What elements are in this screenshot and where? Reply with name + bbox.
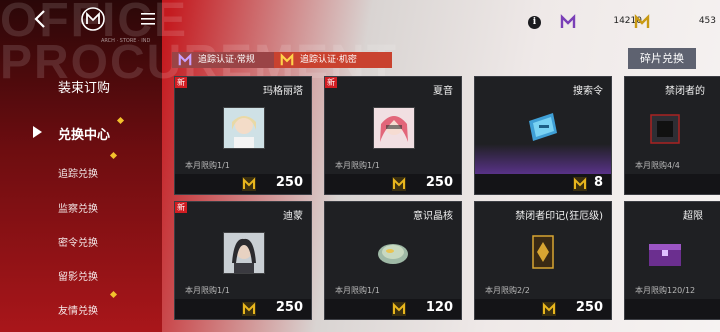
currency-gold[interactable]: 453: [628, 11, 720, 33]
purple-m-coin-icon: [178, 53, 192, 66]
back-arrow-icon: [34, 10, 45, 28]
item-name: 禁闭者印记(狂厄级): [515, 211, 603, 222]
nav-friendship-exchange[interactable]: 友情兑换: [0, 290, 162, 317]
item-price: 250: [275, 175, 303, 190]
price-bar: 250: [325, 174, 461, 194]
item-name: 玛格丽塔: [263, 86, 303, 97]
tab-auth-regular-label: 追踪认证·常规: [198, 55, 255, 65]
gold-m-coin-icon: [634, 14, 650, 28]
price-bar: 250: [175, 174, 311, 194]
price-bar: [625, 299, 720, 319]
dark-box-icon: [645, 107, 685, 147]
xiayin-portrait-icon: [373, 107, 415, 149]
purchase-limit: 本月限购1/1: [335, 286, 380, 295]
dimon-portrait-icon: [223, 232, 265, 274]
nav-memory-exchange-label: 留影兑换: [58, 272, 98, 283]
nav-memory-exchange[interactable]: 留影兑换: [0, 268, 162, 283]
item-price: 250: [575, 300, 603, 315]
gold-m-coin-icon: [542, 302, 556, 316]
nav-secret-exchange[interactable]: 密令兑换: [0, 234, 162, 249]
tab-auth-secret[interactable]: 追踪认证·机密: [274, 52, 392, 68]
item-card[interactable]: 新 夏音 本月限购1/1 250: [324, 76, 462, 195]
nav-tracking-exchange-label: 追踪兑换: [58, 169, 98, 180]
crystal-core-icon: [373, 232, 413, 272]
game-screen: OFFICE PROCUREMENT ARCH · STORE · IND i …: [0, 0, 720, 332]
gold-m-coin-icon: [573, 177, 587, 191]
purchase-limit: 本月限购2/2: [485, 286, 530, 295]
purchase-limit: 本月限购1/1: [335, 161, 380, 170]
item-name: 搜索令: [573, 86, 603, 97]
gold-m-coin-icon: [392, 302, 406, 316]
item-price: 120: [425, 300, 453, 315]
item-card[interactable]: 禁闭者印记(狂厄级) 本月限购2/2 250: [474, 201, 612, 320]
item-name: 超限: [683, 211, 703, 222]
purchase-limit: 本月限购1/1: [185, 161, 230, 170]
price-bar: 8: [475, 174, 611, 194]
search-order-icon: [523, 107, 563, 147]
gold-m-coin-icon: [242, 177, 256, 191]
nav-costume-order-label: 装束订购: [58, 81, 111, 96]
nav-inspection-exchange-label: 监察兑换: [58, 204, 98, 215]
item-card[interactable]: 新 迪蒙 本月限购1/1 250: [174, 201, 312, 320]
price-bar: 120: [325, 299, 461, 319]
item-card[interactable]: 超限 本月限购120/12: [624, 201, 720, 320]
menu-button[interactable]: [139, 10, 157, 28]
gold-m-coin-icon: [242, 302, 256, 316]
nav-inspection-exchange[interactable]: 监察兑换: [0, 200, 162, 215]
item-name: 夏音: [433, 86, 453, 97]
selected-arrow-icon: [33, 126, 42, 138]
price-bar: 250: [175, 299, 311, 319]
price-bar: 250: [475, 299, 611, 319]
gold-m-coin-icon: [392, 177, 406, 191]
purple-chest-icon: [645, 232, 685, 272]
topbar-subtext: ARCH · STORE · IND: [101, 38, 151, 44]
nav-tracking-exchange[interactable]: 追踪兑换: [0, 151, 162, 180]
new-badge: 新: [175, 77, 187, 88]
item-price: 250: [425, 175, 453, 190]
nav-exchange-center-label: 兑换中心: [58, 128, 111, 143]
new-badge: 新: [325, 77, 337, 88]
item-price: 8: [593, 175, 603, 190]
item-name: 意识晶核: [413, 211, 453, 222]
nav-exchange-center[interactable]: 兑换中心: [0, 116, 162, 143]
item-card[interactable]: 搜索令 8: [474, 76, 612, 195]
info-icon[interactable]: i: [528, 16, 541, 29]
item-name: 迪蒙: [283, 211, 303, 222]
item-card[interactable]: 禁闭者的 本月限购4/4: [624, 76, 720, 195]
mark-card-icon: [523, 232, 563, 272]
item-name: 禁闭者的: [665, 86, 705, 97]
item-price: 250: [275, 300, 303, 315]
m-logo-icon: [81, 7, 105, 31]
shard-exchange-button[interactable]: 碎片兑换: [628, 48, 696, 69]
margarita-portrait-icon: [223, 107, 265, 149]
nav-secret-exchange-label: 密令兑换: [58, 238, 98, 249]
rarity-glow: [475, 144, 611, 174]
gold-m-coin-icon: [280, 53, 294, 66]
menu-icon: [141, 13, 155, 25]
purchase-limit: 本月限购120/12: [635, 286, 696, 295]
purchase-limit: 本月限购4/4: [635, 161, 680, 170]
purchase-limit: 本月限购1/1: [185, 286, 230, 295]
item-card[interactable]: 新 玛格丽塔 本月限购1/1 250: [174, 76, 312, 195]
new-badge: 新: [175, 202, 187, 213]
item-card[interactable]: 意识晶核 本月限购1/1 120: [324, 201, 462, 320]
purple-m-coin-icon: [560, 14, 576, 28]
nav-friendship-exchange-label: 友情兑换: [58, 306, 98, 317]
back-button[interactable]: [28, 6, 54, 32]
price-bar: [625, 174, 720, 194]
tab-auth-secret-label: 追踪认证·机密: [300, 55, 357, 65]
currency-gold-value: 453: [698, 16, 716, 26]
nav-costume-order[interactable]: 装束订购: [0, 77, 162, 96]
home-logo-button[interactable]: [80, 6, 106, 32]
